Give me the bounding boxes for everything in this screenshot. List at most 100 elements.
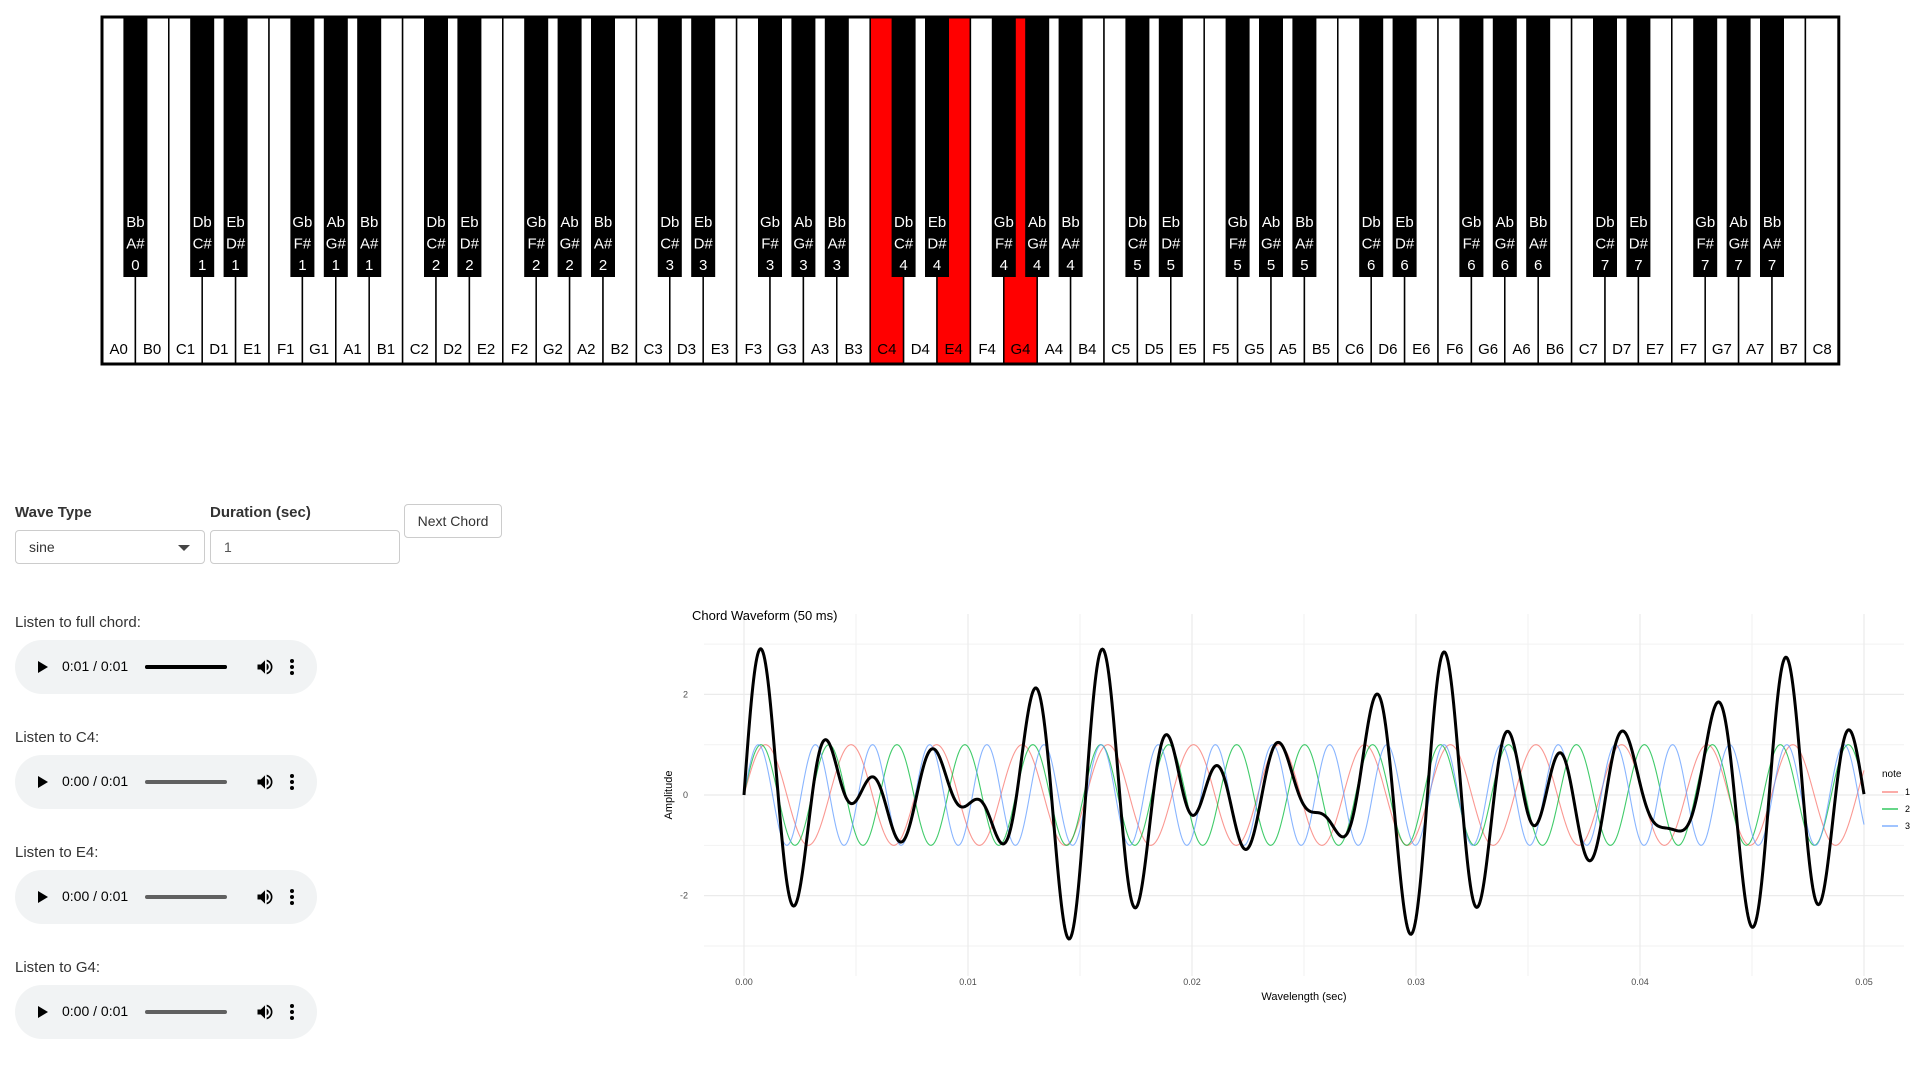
audio-progress[interactable] <box>145 895 227 899</box>
y-tick-label: 0 <box>683 790 688 800</box>
black-key-label: Ab <box>1496 214 1514 231</box>
black-key-label: Eb <box>1162 214 1180 231</box>
black-key-label: 1 <box>198 257 206 274</box>
next-chord-button[interactable]: Next Chord <box>404 504 502 538</box>
black-key-label: Ab <box>327 214 345 231</box>
black-key-label: Db <box>894 214 913 231</box>
white-key-label: A1 <box>343 341 361 358</box>
audio-progress[interactable] <box>145 1010 227 1014</box>
white-key-label: C3 <box>644 341 663 358</box>
black-key-label: Eb <box>1395 214 1413 231</box>
player-label: Listen to E4: <box>15 844 99 861</box>
player-label: Listen to C4: <box>15 729 100 746</box>
black-key-label: Bb <box>1061 214 1079 231</box>
wave-type-select[interactable]: sine <box>15 530 205 564</box>
audio-player[interactable]: 0:00 / 0:01 <box>15 985 317 1039</box>
white-key-label: C8 <box>1813 341 1832 358</box>
more-options-icon[interactable] <box>290 1004 294 1022</box>
white-key-label: A3 <box>811 341 829 358</box>
black-key-label: 3 <box>799 257 807 274</box>
black-key-label: Ab <box>794 214 812 231</box>
audio-progress[interactable] <box>145 780 227 784</box>
black-key-label: Db <box>1362 214 1381 231</box>
legend-label: 3 <box>1905 821 1910 831</box>
white-key-label: F3 <box>745 341 763 358</box>
white-key-label: D2 <box>443 341 462 358</box>
black-key-label: 7 <box>1768 257 1776 274</box>
white-key-C8[interactable] <box>1804 16 1840 365</box>
white-key-label: B7 <box>1780 341 1798 358</box>
black-key-label: 3 <box>766 257 774 274</box>
volume-icon[interactable] <box>255 772 275 792</box>
legend-label: 1 <box>1905 787 1910 797</box>
white-key-label: C2 <box>410 341 429 358</box>
duration-value: 1 <box>224 539 232 555</box>
play-icon[interactable] <box>38 661 48 673</box>
black-key-label: 5 <box>1133 257 1141 274</box>
more-options-icon[interactable] <box>290 889 294 907</box>
black-key-label: G# <box>560 236 581 253</box>
audio-time: 0:00 / 0:01 <box>62 888 129 904</box>
white-key-label: A2 <box>577 341 595 358</box>
black-key-label: D# <box>226 236 246 253</box>
audio-time: 0:01 / 0:01 <box>62 658 129 674</box>
volume-icon[interactable] <box>255 1002 275 1022</box>
y-tick-label: -2 <box>680 891 688 901</box>
play-icon[interactable] <box>38 776 48 788</box>
white-key-label: E6 <box>1412 341 1430 358</box>
black-key-label: 6 <box>1534 257 1542 274</box>
black-key-label: Bb <box>126 214 144 231</box>
black-key-label: C# <box>426 236 446 253</box>
more-options-icon[interactable] <box>290 774 294 792</box>
duration-input[interactable]: 1 <box>210 530 400 564</box>
black-key-label: 7 <box>1701 257 1709 274</box>
volume-icon[interactable] <box>255 887 275 907</box>
black-key-label: 0 <box>131 257 139 274</box>
black-key-label: A# <box>594 236 613 253</box>
black-key-label: Gb <box>1695 214 1715 231</box>
black-key-label: C# <box>1362 236 1382 253</box>
black-key-label: 5 <box>1233 257 1241 274</box>
white-key-label: C1 <box>176 341 195 358</box>
white-key-label: E2 <box>477 341 495 358</box>
black-key-label: 2 <box>432 257 440 274</box>
black-key-label: Eb <box>694 214 712 231</box>
wave-type-value: sine <box>29 539 55 555</box>
white-key-label: F6 <box>1446 341 1464 358</box>
white-key-label: B0 <box>143 341 161 358</box>
volume-icon[interactable] <box>255 657 275 677</box>
black-key-label: 4 <box>933 257 941 274</box>
black-key-label: D# <box>1161 236 1181 253</box>
x-axis-label: Wavelength (sec) <box>1261 991 1346 1003</box>
audio-player[interactable]: 0:00 / 0:01 <box>15 870 317 924</box>
black-key-label: 4 <box>899 257 907 274</box>
black-key-label: 2 <box>599 257 607 274</box>
white-key-label: B2 <box>611 341 629 358</box>
white-key-label: D4 <box>911 341 930 358</box>
audio-player[interactable]: 0:00 / 0:01 <box>15 755 317 809</box>
white-key-label: G3 <box>777 341 797 358</box>
white-key-label: F4 <box>978 341 996 358</box>
black-key-label: F# <box>761 236 779 253</box>
audio-time: 0:00 / 0:01 <box>62 773 129 789</box>
black-key-label: 5 <box>1300 257 1308 274</box>
more-options-icon[interactable] <box>290 659 294 677</box>
audio-progress[interactable] <box>145 665 227 669</box>
play-icon[interactable] <box>38 1006 48 1018</box>
white-key-label: G6 <box>1478 341 1498 358</box>
black-key-label: Bb <box>1763 214 1781 231</box>
white-key-label: G4 <box>1010 341 1030 358</box>
black-key-label: Db <box>1128 214 1147 231</box>
black-key-label: A# <box>1061 236 1080 253</box>
white-key-label: B3 <box>844 341 862 358</box>
white-key-label: D6 <box>1378 341 1397 358</box>
duration-label: Duration (sec) <box>210 504 311 521</box>
black-key-label: 3 <box>666 257 674 274</box>
black-key-label: Bb <box>828 214 846 231</box>
black-key-label: D# <box>460 236 480 253</box>
white-key-label: B4 <box>1078 341 1096 358</box>
black-key-label: D# <box>1629 236 1649 253</box>
piano-keyboard: A0 B0 C1 D1 E1 F1 G1 A1 B1 C2 D2 E2 F2 G2 A2 B2 C3 D3 E3 F3… <box>100 15 1841 366</box>
audio-player[interactable]: 0:01 / 0:01 <box>15 640 317 694</box>
play-icon[interactable] <box>38 891 48 903</box>
